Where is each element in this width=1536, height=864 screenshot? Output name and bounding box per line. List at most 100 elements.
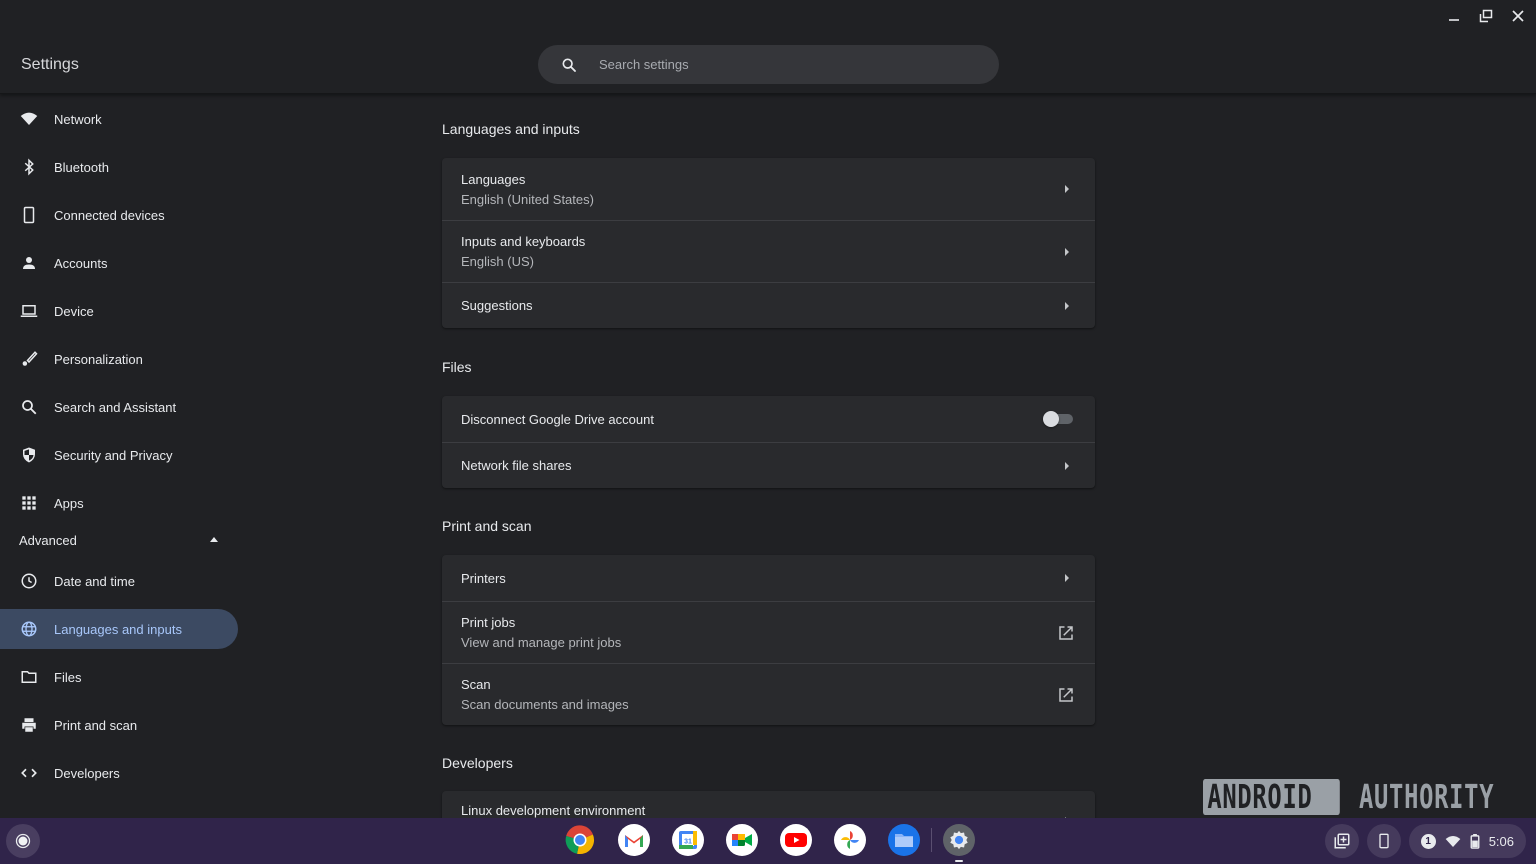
search-box[interactable]	[538, 45, 999, 84]
row-primary: Languages	[461, 171, 526, 187]
wifi-icon	[1445, 836, 1461, 847]
watermark-boxed: ANDROID	[1203, 778, 1340, 815]
row-disconnect-google-drive[interactable]: Disconnect Google Drive account	[442, 396, 1095, 442]
sidebar-item-accounts[interactable]: Accounts	[0, 243, 238, 283]
sidebar-item-security-and-privacy[interactable]: Security and Privacy	[0, 435, 238, 475]
svg-text:31: 31	[684, 839, 692, 846]
advanced-label: Advanced	[19, 532, 77, 548]
gmail-app[interactable]	[618, 824, 650, 856]
phone-hub-button[interactable]	[1366, 824, 1401, 858]
sidebar-item-label: Device	[54, 303, 94, 319]
restore-button[interactable]	[1474, 6, 1498, 26]
search-input[interactable]	[599, 57, 979, 72]
sidebar-item-label: Print and scan	[54, 717, 138, 733]
caret-up-icon	[210, 537, 218, 542]
meet-icon	[732, 834, 752, 846]
photos-app[interactable]	[834, 824, 866, 856]
window-controls	[1442, 6, 1530, 26]
sidebar-item-bluetooth[interactable]: Bluetooth	[0, 147, 238, 187]
sidebar-item-label: Accounts	[54, 255, 108, 271]
section-title: Print and scan	[442, 518, 532, 534]
sidebar-item-print-and-scan[interactable]: Print and scan	[0, 705, 238, 745]
clock: 5:06	[1488, 833, 1514, 849]
row-secondary: View and manage print jobs	[461, 635, 622, 650]
files-app[interactable]	[888, 824, 920, 856]
arrow-right-icon	[1065, 461, 1069, 470]
sidebar-item-label: Connected devices	[54, 207, 165, 223]
shelf-apps: 31	[564, 824, 975, 862]
arrow-right-icon	[1065, 185, 1069, 193]
laptop-icon	[19, 301, 39, 321]
app-title: Settings	[21, 56, 79, 73]
launcher-button[interactable]	[6, 824, 40, 858]
launcher-icon	[15, 833, 31, 849]
youtube-app[interactable]	[780, 824, 812, 856]
phone-icon	[1379, 833, 1389, 849]
minimize-icon	[1449, 19, 1459, 21]
close-icon	[1512, 10, 1524, 22]
calendar-app[interactable]: 31	[672, 824, 704, 856]
chrome-app[interactable]	[564, 824, 596, 856]
sidebar-item-device[interactable]: Device	[0, 291, 238, 331]
sidebar-item-network[interactable]: Network	[0, 99, 238, 139]
row-network-file-shares[interactable]: Network file shares	[442, 442, 1095, 488]
sidebar-item-label: Personalization	[54, 351, 143, 367]
sidebar-item-apps[interactable]: Apps	[0, 483, 238, 523]
disconnect-drive-toggle[interactable]	[1043, 411, 1073, 427]
open-external-icon	[1059, 625, 1073, 640]
watermark-text: AUTHORITY	[1359, 777, 1495, 816]
meet-app[interactable]	[726, 824, 758, 856]
sidebar-item-label: Files	[54, 669, 82, 685]
main-content: Languages and inputs Languages English (U…	[442, 96, 1095, 853]
phone-icon	[19, 205, 39, 225]
settings-app[interactable]	[943, 824, 975, 862]
row-scan[interactable]: Scan Scan documents and images	[442, 663, 1095, 725]
row-languages[interactable]: Languages English (United States)	[442, 158, 1095, 220]
battery-icon	[1470, 833, 1480, 849]
running-indicator	[955, 860, 963, 862]
sidebar-item-search-and-assistant[interactable]: Search and Assistant	[0, 387, 238, 427]
row-print-jobs[interactable]: Print jobs View and manage print jobs	[442, 601, 1095, 663]
gmail-icon	[625, 835, 643, 847]
sidebar-item-label: Developers	[54, 765, 120, 781]
row-printers[interactable]: Printers	[442, 555, 1095, 601]
advanced-toggle[interactable]: Advanced	[0, 525, 238, 555]
youtube-icon	[785, 833, 807, 847]
notification-count: 1	[1420, 833, 1436, 849]
close-button[interactable]	[1506, 6, 1530, 26]
settings-card: Printers Print jobs View and manage print…	[442, 555, 1095, 725]
status-area[interactable]: 1 5:06	[1408, 824, 1526, 858]
sidebar-item-developers[interactable]: Developers	[0, 753, 238, 793]
settings-gear-icon	[950, 830, 968, 850]
code-icon	[19, 763, 39, 783]
sidebar: Network Bluetooth Connected devices Acco…	[0, 96, 260, 801]
shelf-divider	[931, 828, 932, 852]
settings-window: Settings Network Bluetooth	[0, 0, 1536, 853]
row-primary: Inputs and keyboards	[461, 234, 586, 249]
chrome-icon	[565, 825, 595, 855]
arrow-right-icon	[1065, 574, 1069, 582]
sidebar-item-label: Security and Privacy	[54, 447, 173, 463]
watermark: ANDROID AUTHORITY	[1203, 777, 1536, 816]
section-title: Developers	[442, 755, 513, 771]
restore-icon	[1479, 9, 1493, 23]
sidebar-item-files[interactable]: Files	[0, 657, 238, 697]
files-icon	[895, 834, 913, 847]
sidebar-item-label: Network	[54, 111, 102, 127]
row-primary: Scan	[461, 677, 491, 692]
shield-icon	[19, 445, 39, 465]
clock-icon	[19, 571, 39, 591]
row-inputs-and-keyboards[interactable]: Inputs and keyboards English (US)	[442, 220, 1095, 282]
globe-icon	[19, 619, 39, 639]
holding-space-button[interactable]	[1324, 824, 1359, 858]
settings-card: Disconnect Google Drive account Network …	[442, 396, 1095, 488]
sidebar-item-personalization[interactable]: Personalization	[0, 339, 238, 379]
shelf: 31 1 5:06	[0, 818, 1536, 864]
sidebar-item-connected-devices[interactable]: Connected devices	[0, 195, 238, 235]
sidebar-item-languages-and-inputs[interactable]: Languages and inputs	[0, 609, 238, 649]
row-suggestions[interactable]: Suggestions	[442, 282, 1095, 328]
sidebar-item-date-and-time[interactable]: Date and time	[0, 561, 238, 601]
arrow-right-icon	[1065, 301, 1069, 310]
brush-icon	[19, 349, 39, 369]
minimize-button[interactable]	[1442, 6, 1466, 26]
